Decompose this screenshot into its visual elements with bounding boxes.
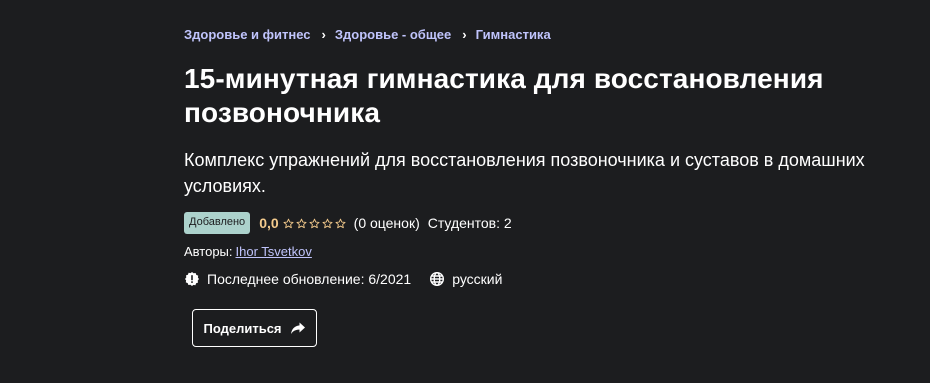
author-link[interactable]: Ihor Tsvetkov xyxy=(236,244,312,259)
course-subtitle: Комплекс упражнений для восстановления п… xyxy=(184,150,865,196)
breadcrumb-item-health-general[interactable]: Здоровье - общее xyxy=(335,27,451,42)
star-outline-icon xyxy=(322,218,333,229)
share-button-label: Поделиться xyxy=(203,320,282,336)
alert-badge-icon xyxy=(184,271,200,287)
star-outline-icon xyxy=(309,218,320,229)
status-badge: Добавлено xyxy=(184,212,251,234)
share-button[interactable]: Поделиться xyxy=(192,309,317,347)
rating-count[interactable]: (0 оценок) xyxy=(354,215,420,231)
authors-label: Авторы: xyxy=(184,244,233,259)
star-outline-icon xyxy=(335,218,346,229)
breadcrumb-item-gymnastics[interactable]: Гимнастика xyxy=(476,27,551,42)
breadcrumb-item-health-fitness[interactable]: Здоровье и фитнес xyxy=(184,27,311,42)
globe-icon xyxy=(429,271,445,287)
star-outline-icon xyxy=(296,218,307,229)
course-info-row: Последнее обновление: 6/2021 русский xyxy=(184,271,502,287)
rating-stars xyxy=(283,218,348,229)
students-count: Студентов: 2 xyxy=(427,215,512,231)
chevron-right-icon: › xyxy=(462,27,467,42)
chevron-right-icon: › xyxy=(321,27,326,42)
course-language: русский xyxy=(452,271,503,287)
star-outline-icon xyxy=(283,218,294,229)
breadcrumb: Здоровье и фитнес › Здоровье - общее › Г… xyxy=(184,27,551,42)
share-arrow-icon xyxy=(290,320,306,336)
page-title: 15-минутная гимнастика для восстановлени… xyxy=(184,63,824,128)
last-updated: Последнее обновление: 6/2021 xyxy=(207,271,412,287)
rating-value: 0,0 xyxy=(259,215,279,231)
authors-row: Авторы: Ihor Tsvetkov xyxy=(184,244,312,259)
rating-row: Добавлено 0,0 (0 оценок) Студентов: 2 xyxy=(184,212,512,234)
